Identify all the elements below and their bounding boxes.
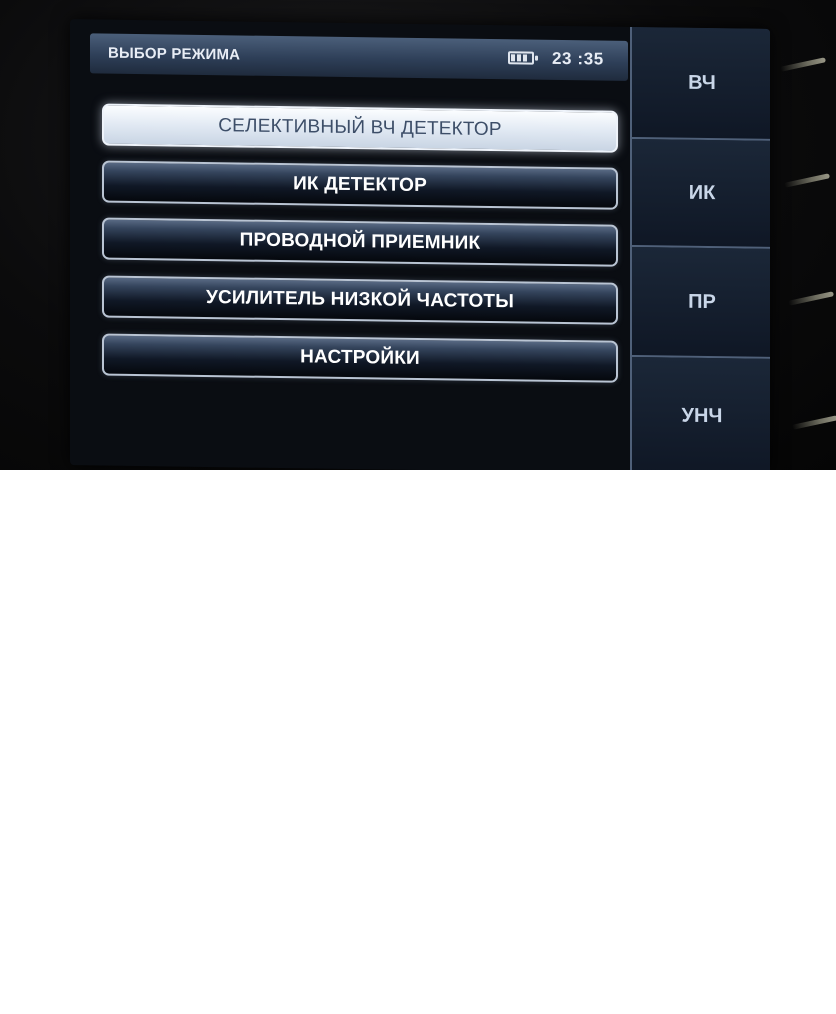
softkey-panel: ВЧ ИК ПР УНЧ bbox=[630, 26, 770, 470]
menu-item-settings[interactable]: НАСТРОЙКИ bbox=[102, 333, 618, 383]
softkey-wire-receiver[interactable]: ПР bbox=[632, 246, 770, 359]
menu-item-ir-detector[interactable]: ИК ДЕТЕКТОР bbox=[102, 160, 618, 210]
battery-icon bbox=[508, 51, 534, 65]
softkey-rf[interactable]: ВЧ bbox=[632, 26, 770, 141]
menu-item-wire-receiver[interactable]: ПРОВОДНОЙ ПРИЕМНИК bbox=[102, 217, 618, 267]
page-title: ВЫБОР РЕЖИМА bbox=[108, 44, 241, 64]
bezel-ridge bbox=[791, 415, 836, 430]
bezel-ridge bbox=[787, 291, 835, 306]
battery-level-bar bbox=[517, 54, 521, 62]
device-photo: ВЫБОР РЕЖИМА 23 :35 СЕЛЕКТИВНЫЙ ВЧ ДЕТЕК… bbox=[0, 0, 836, 470]
clock: 23 :35 bbox=[552, 48, 604, 69]
blank-area bbox=[0, 470, 836, 1014]
status-bar: ВЫБОР РЕЖИМА 23 :35 bbox=[90, 33, 628, 81]
battery-level-bar bbox=[511, 54, 515, 62]
softkey-ir[interactable]: ИК bbox=[632, 138, 770, 249]
device-screen: ВЫБОР РЕЖИМА 23 :35 СЕЛЕКТИВНЫЙ ВЧ ДЕТЕК… bbox=[70, 19, 770, 470]
menu-item-selective-rf-detector[interactable]: СЕЛЕКТИВНЫЙ ВЧ ДЕТЕКТОР bbox=[102, 103, 618, 153]
bezel-ridge bbox=[783, 173, 831, 188]
menu-item-low-frequency-amplifier[interactable]: УСИЛИТЕЛЬ НИЗКОЙ ЧАСТОТЫ bbox=[102, 275, 618, 325]
bezel-ridge bbox=[779, 57, 827, 72]
battery-level-bar bbox=[523, 54, 527, 62]
softkey-low-frequency[interactable]: УНЧ bbox=[632, 356, 770, 470]
